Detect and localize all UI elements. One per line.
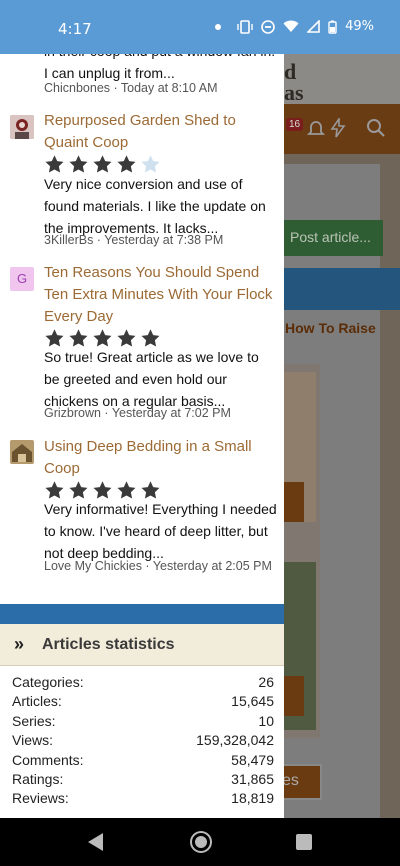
star-filled-icon — [93, 155, 112, 173]
stat-value: 18,819 — [231, 790, 274, 807]
battery-percent: 49% — [345, 19, 374, 34]
status-icons: 49% — [215, 19, 374, 34]
site-logo-fragment: d as — [284, 59, 304, 105]
more-articles-button[interactable]: es — [280, 764, 322, 800]
post-article-button[interactable]: Post article... — [284, 220, 383, 256]
stat-label: Comments: — [12, 751, 84, 768]
comment-article-link[interactable]: Using Deep Bedding in a Small Coop — [44, 436, 278, 480]
comment-meta: Grizbrown · Yesterday at 7:02 PM — [44, 406, 231, 420]
stat-row: Articles: 15,645 — [12, 692, 274, 711]
rating-stars — [44, 154, 161, 175]
stat-row: Reviews: 18,819 — [12, 789, 274, 808]
stat-row: Views: 159,328,042 — [12, 731, 274, 750]
stat-label: Articles: — [12, 693, 62, 710]
stat-value: 31,865 — [231, 771, 274, 788]
comment-meta: 3KillerBs · Yesterday at 7:38 PM — [44, 233, 224, 247]
bell-icon[interactable] — [306, 118, 326, 138]
cell-signal-icon — [307, 20, 320, 33]
wifi-icon — [283, 20, 299, 32]
stats-header[interactable]: » Articles statistics — [0, 624, 284, 666]
stat-value: 15,645 — [231, 693, 274, 710]
home-icon[interactable] — [192, 833, 210, 851]
back-icon[interactable] — [88, 833, 103, 851]
section-separator — [0, 604, 284, 624]
stats-list: Categories: 26 Articles: 15,645 Series: 10 Vie… — [12, 673, 274, 809]
coop-thumbnail-icon — [10, 440, 34, 464]
comment-text: Very informative! Everything I needed to… — [44, 501, 277, 561]
stat-label: Series: — [12, 712, 56, 729]
stat-value: 26 — [258, 674, 274, 690]
star-filled-icon — [117, 155, 136, 173]
section-bar — [284, 268, 400, 310]
star-filled-icon — [45, 155, 64, 173]
stat-row: Series: 10 — [12, 712, 274, 731]
comment-article-link[interactable]: Repurposed Garden Shed to Quaint Coop — [44, 110, 278, 154]
stat-value: 10 — [258, 712, 274, 729]
stats-title: Articles statistics — [42, 636, 175, 653]
alerts-badge[interactable]: 16 — [286, 118, 304, 131]
notification-dot-icon — [215, 23, 222, 30]
search-icon[interactable] — [366, 118, 386, 138]
stat-label: Reviews: — [12, 790, 69, 807]
star-filled-icon — [69, 155, 88, 173]
stat-row: Categories: 26 — [12, 673, 274, 692]
comment-article-link[interactable]: Ten Reasons You Should Spend Ten Extra M… — [44, 262, 278, 328]
avatar-image-icon — [10, 115, 34, 139]
do-not-disturb-icon — [261, 19, 275, 34]
status-time: 4:17 — [58, 20, 92, 38]
stat-value: 159,328,042 — [196, 732, 274, 749]
article-heading-fragment[interactable]: How To Raise — [285, 320, 376, 336]
vibrate-icon — [237, 19, 253, 34]
comment-item[interactable]: Repurposed Garden Shed to Quaint Coop Ve… — [10, 110, 278, 250]
comment-item[interactable]: Using Deep Bedding in a Small Coop Very … — [10, 436, 278, 596]
article-card-button[interactable] — [284, 482, 304, 522]
comment-meta: Love My Chickies · Yesterday at 2:05 PM — [44, 559, 272, 573]
stat-value: 58,479 — [231, 751, 274, 768]
lightning-icon[interactable] — [330, 118, 346, 138]
recents-icon[interactable] — [296, 834, 312, 850]
letter-avatar-icon: G — [10, 267, 34, 291]
comment-item[interactable]: in their coop and put a window fan in. I… — [10, 54, 278, 102]
stat-row: Ratings: 31,865 — [12, 770, 274, 789]
stat-label: Ratings: — [12, 771, 64, 788]
article-card-button[interactable] — [284, 676, 304, 716]
battery-icon — [328, 20, 337, 34]
stat-label: Categories: — [12, 674, 84, 690]
star-empty-icon — [141, 155, 160, 173]
double-chevron-right-icon: » — [14, 634, 25, 654]
status-bar: 4:17 49% — [0, 0, 400, 54]
stat-row: Comments: 58,479 — [12, 751, 274, 770]
latest-comments-panel: in their coop and put a window fan in. I… — [0, 54, 284, 818]
system-navigation-bar — [0, 818, 400, 866]
comment-item[interactable]: G Ten Reasons You Should Spend Ten Extra… — [10, 262, 278, 426]
comment-meta: Chicnbones · Today at 8:10 AM — [44, 81, 218, 95]
stat-label: Views: — [12, 732, 53, 749]
